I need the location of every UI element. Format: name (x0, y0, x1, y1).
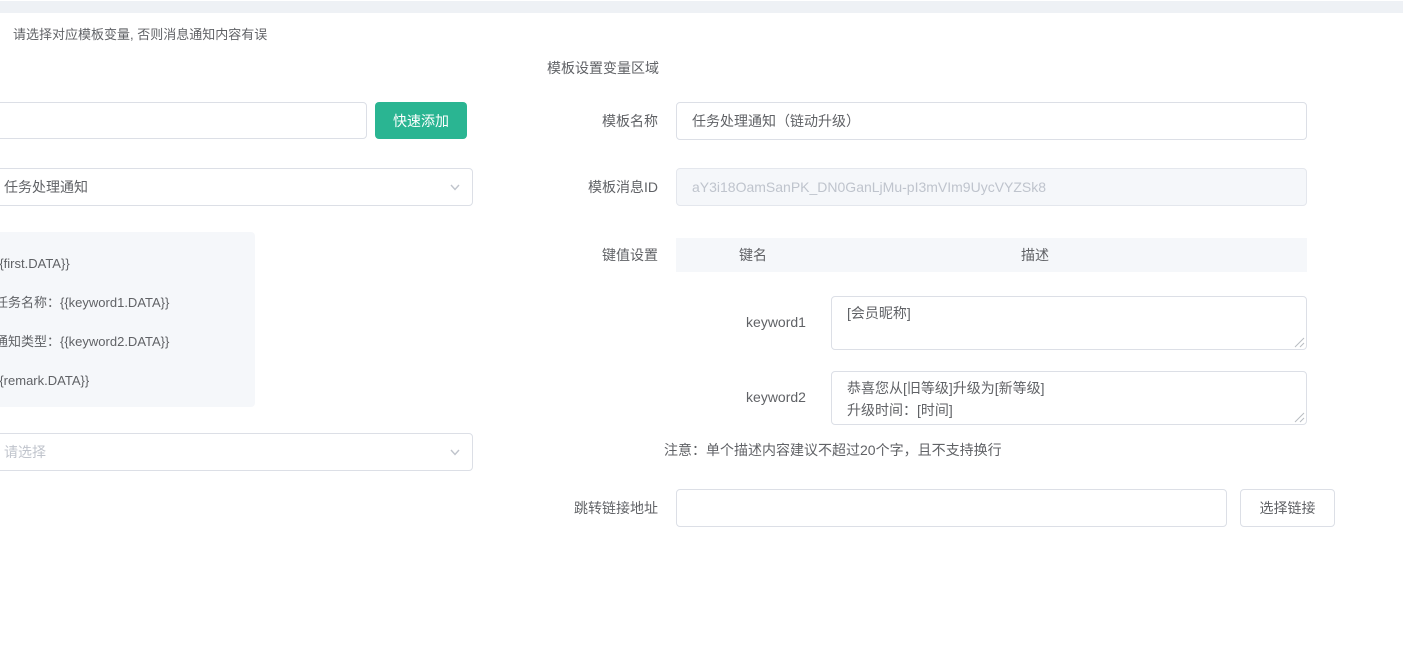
preview-line-keyword1: 任务名称：{{keyword1.DATA}} (0, 283, 248, 322)
kv-row-desc-keyword1-textarea[interactable]: [会员昵称] (831, 296, 1307, 350)
preview-line-keyword2: 通知类型：{{keyword2.DATA}} (0, 322, 248, 361)
variable-select[interactable]: 请选择 (0, 433, 473, 471)
kv-column-key: 键名 (676, 245, 830, 265)
template-name-label: 模板名称 (540, 102, 658, 140)
select-link-button[interactable]: 选择链接 (1240, 489, 1335, 527)
template-preview-box: {{first.DATA}} 任务名称：{{keyword1.DATA}} 通知… (0, 232, 255, 407)
quick-add-input[interactable] (0, 102, 367, 139)
chevron-down-icon (448, 445, 462, 459)
section-title: 模板设置变量区域 (547, 58, 659, 78)
resize-handle-icon[interactable] (1294, 412, 1305, 423)
template-id-label: 模板消息ID (540, 168, 658, 206)
kv-settings-label: 键值设置 (540, 238, 658, 272)
preview-line-first: {{first.DATA}} (0, 244, 248, 283)
template-type-select[interactable]: 任务处理通知 (0, 168, 473, 206)
template-type-select-value: 任务处理通知 (4, 177, 88, 197)
template-variable-warning: 请选择对应模板变量, 否则消息通知内容有误 (13, 24, 267, 43)
page-root: 请选择对应模板变量, 否则消息通知内容有误 快速添加 任务处理通知 {{firs… (0, 0, 1403, 645)
variable-select-placeholder: 请选择 (4, 442, 46, 462)
kv-row-desc-keyword2-textarea[interactable]: 恭喜您从[旧等级]升级为[新等级] 升级时间：[时间] (831, 371, 1307, 425)
quick-add-button[interactable]: 快速添加 (375, 102, 467, 139)
template-name-input[interactable] (676, 102, 1307, 140)
jump-link-input[interactable] (676, 489, 1227, 527)
kv-note: 注意：单个描述内容建议不超过20个字，且不支持换行 (664, 440, 1002, 460)
preview-line-remark: {{remark.DATA}} (0, 361, 248, 400)
jump-link-label: 跳转链接地址 (540, 489, 658, 527)
template-id-input (676, 168, 1307, 206)
kv-table-header: 键名 描述 (676, 238, 1307, 272)
resize-handle-icon[interactable] (1294, 337, 1305, 348)
chevron-down-icon (448, 180, 462, 194)
kv-column-desc: 描述 (830, 245, 1240, 265)
top-bar (0, 1, 1403, 13)
